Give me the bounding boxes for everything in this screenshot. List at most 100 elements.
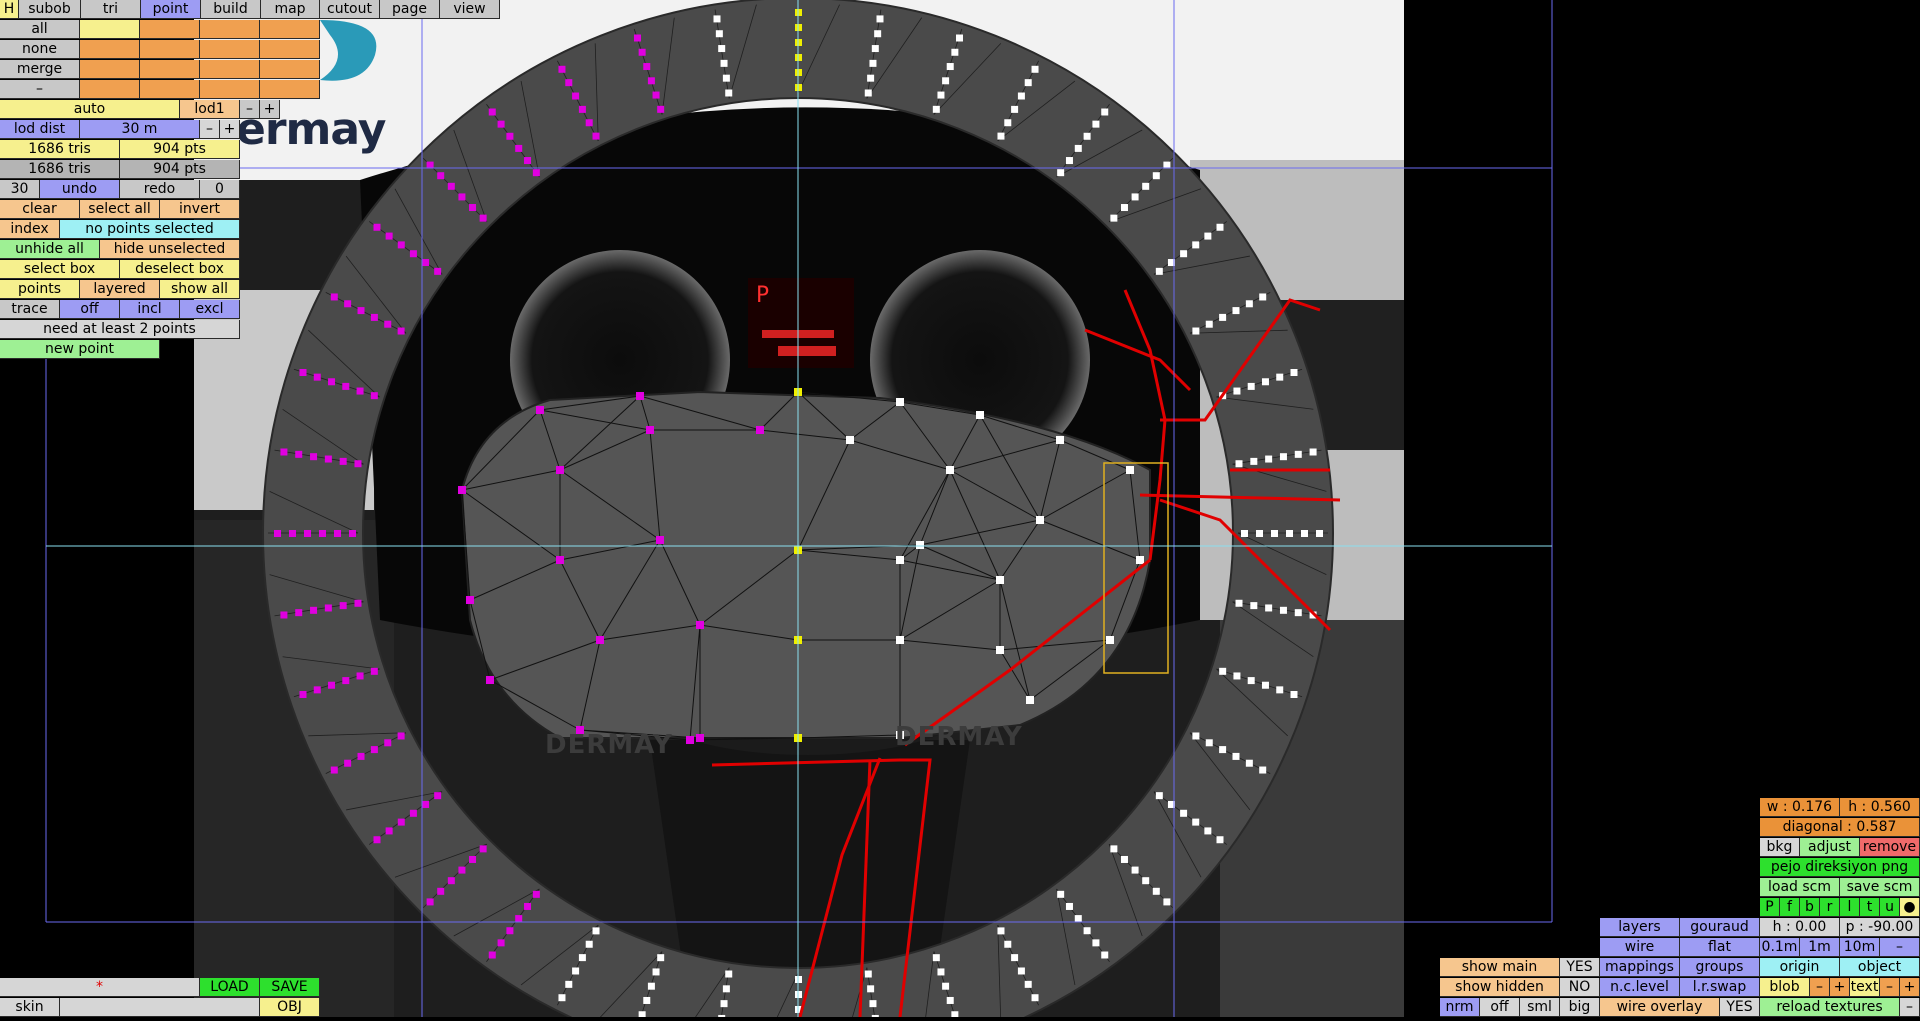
save-scm-button[interactable]: save scm <box>1840 878 1920 897</box>
toggle-u[interactable]: u <box>1880 898 1900 917</box>
points-button[interactable]: points <box>0 280 80 299</box>
hide-unselected-button[interactable]: hide unselected <box>100 240 240 259</box>
bkg-button[interactable]: bkg <box>1760 838 1800 857</box>
tab-map[interactable]: map <box>261 0 320 19</box>
wire-overlay-label[interactable]: wire overlay <box>1600 998 1720 1017</box>
toggle-p[interactable]: P <box>1760 898 1780 917</box>
slot[interactable] <box>200 80 260 99</box>
h-button[interactable]: H <box>0 0 19 19</box>
slot[interactable] <box>140 20 200 39</box>
text-plus-button[interactable]: + <box>1900 978 1920 997</box>
invert-button[interactable]: invert <box>160 200 240 219</box>
reload-minus-button[interactable]: – <box>1900 998 1920 1017</box>
lr-swap-button[interactable]: l.r.swap <box>1680 978 1760 997</box>
slot[interactable] <box>200 40 260 59</box>
wire-button[interactable]: wire <box>1600 938 1680 957</box>
dash-row[interactable]: – <box>0 80 80 99</box>
undo-button[interactable]: undo <box>40 180 120 199</box>
select-box-button[interactable]: select box <box>0 260 120 279</box>
toggle-r[interactable]: r <box>1820 898 1840 917</box>
remove-button[interactable]: remove <box>1860 838 1920 857</box>
slot[interactable] <box>260 20 320 39</box>
clear-button[interactable]: clear <box>0 200 80 219</box>
groups-button[interactable]: groups <box>1680 958 1760 977</box>
object-button[interactable]: object <box>1840 958 1920 977</box>
big-button[interactable]: big <box>1560 998 1600 1017</box>
trace-incl-button[interactable]: incl <box>120 300 180 319</box>
show-main-label[interactable]: show main <box>1440 958 1560 977</box>
tab-page[interactable]: page <box>380 0 440 19</box>
load-scm-button[interactable]: load scm <box>1760 878 1840 897</box>
tab-cutout[interactable]: cutout <box>320 0 380 19</box>
unhide-all-button[interactable]: unhide all <box>0 240 100 259</box>
nrm-button[interactable]: nrm <box>1440 998 1480 1017</box>
obj-button[interactable]: OBJ <box>260 998 320 1017</box>
adjust-button[interactable]: adjust <box>1800 838 1860 857</box>
nc-level-button[interactable]: n.c.level <box>1600 978 1680 997</box>
slot[interactable] <box>80 20 140 39</box>
show-all-button[interactable]: show all <box>160 280 240 299</box>
index-button[interactable]: index <box>0 220 60 239</box>
new-point-button[interactable]: new point <box>0 340 160 359</box>
slot[interactable] <box>80 40 140 59</box>
deselect-box-button[interactable]: deselect box <box>120 260 240 279</box>
layered-button[interactable]: layered <box>80 280 160 299</box>
redo-button[interactable]: redo <box>120 180 200 199</box>
merge-row[interactable]: merge <box>0 60 80 79</box>
layers-button[interactable]: layers <box>1600 918 1680 937</box>
blob-plus-button[interactable]: + <box>1830 978 1850 997</box>
3d-viewport[interactable]: P ermay DERMAY DERMAY <box>0 0 1920 1021</box>
show-hidden-label[interactable]: show hidden <box>1440 978 1560 997</box>
load-button[interactable]: LOAD <box>200 978 260 997</box>
wire-overlay-value[interactable]: YES <box>1720 998 1760 1017</box>
step-0-1m-button[interactable]: 0.1m <box>1760 938 1800 957</box>
lod-plus-button[interactable]: + <box>260 100 280 119</box>
mappings-button[interactable]: mappings <box>1600 958 1680 977</box>
slot[interactable] <box>260 60 320 79</box>
slot[interactable] <box>200 20 260 39</box>
tab-build[interactable]: build <box>201 0 261 19</box>
trace-off-button[interactable]: off <box>60 300 120 319</box>
tab-view[interactable]: view <box>440 0 500 19</box>
step-10m-button[interactable]: 10m <box>1840 938 1880 957</box>
reload-textures-button[interactable]: reload textures <box>1760 998 1900 1017</box>
blob-minus-button[interactable]: – <box>1810 978 1830 997</box>
show-main-value[interactable]: YES <box>1560 958 1600 977</box>
trace-excl-button[interactable]: excl <box>180 300 240 319</box>
step-minus-button[interactable]: – <box>1880 938 1920 957</box>
step-1m-button[interactable]: 1m <box>1800 938 1840 957</box>
slot[interactable] <box>260 80 320 99</box>
tab-subob[interactable]: subob <box>19 0 81 19</box>
toggle-t[interactable]: t <box>1860 898 1880 917</box>
toggle-f[interactable]: f <box>1780 898 1800 917</box>
select-all-button[interactable]: select all <box>80 200 160 219</box>
slot[interactable] <box>80 60 140 79</box>
lod-dist-minus[interactable]: – <box>200 120 220 139</box>
select-none-row[interactable]: none <box>0 40 80 59</box>
sml-button[interactable]: sml <box>1520 998 1560 1017</box>
select-all-row[interactable]: all <box>0 20 80 39</box>
origin-button[interactable]: origin <box>1760 958 1840 977</box>
lod-auto-button[interactable]: auto <box>0 100 180 119</box>
slot[interactable] <box>140 60 200 79</box>
gouraud-button[interactable]: gouraud <box>1680 918 1760 937</box>
slot[interactable] <box>140 40 200 59</box>
tab-tri[interactable]: tri <box>81 0 141 19</box>
lod1-button[interactable]: lod1 <box>180 100 240 119</box>
dot-toggle-icon[interactable]: ● <box>1900 898 1920 917</box>
slot[interactable] <box>260 40 320 59</box>
flat-button[interactable]: flat <box>1680 938 1760 957</box>
tab-point[interactable]: point <box>141 0 201 19</box>
show-hidden-value[interactable]: NO <box>1560 978 1600 997</box>
slot[interactable] <box>200 60 260 79</box>
lod-minus-button[interactable]: – <box>240 100 260 119</box>
save-button[interactable]: SAVE <box>260 978 320 997</box>
off-button[interactable]: off <box>1480 998 1520 1017</box>
text-minus-button[interactable]: – <box>1880 978 1900 997</box>
skin-field[interactable] <box>60 998 260 1017</box>
toggle-l[interactable]: l <box>1840 898 1860 917</box>
slot[interactable] <box>140 80 200 99</box>
lod-dist-plus[interactable]: + <box>220 120 240 139</box>
slot[interactable] <box>80 80 140 99</box>
toggle-b[interactable]: b <box>1800 898 1820 917</box>
